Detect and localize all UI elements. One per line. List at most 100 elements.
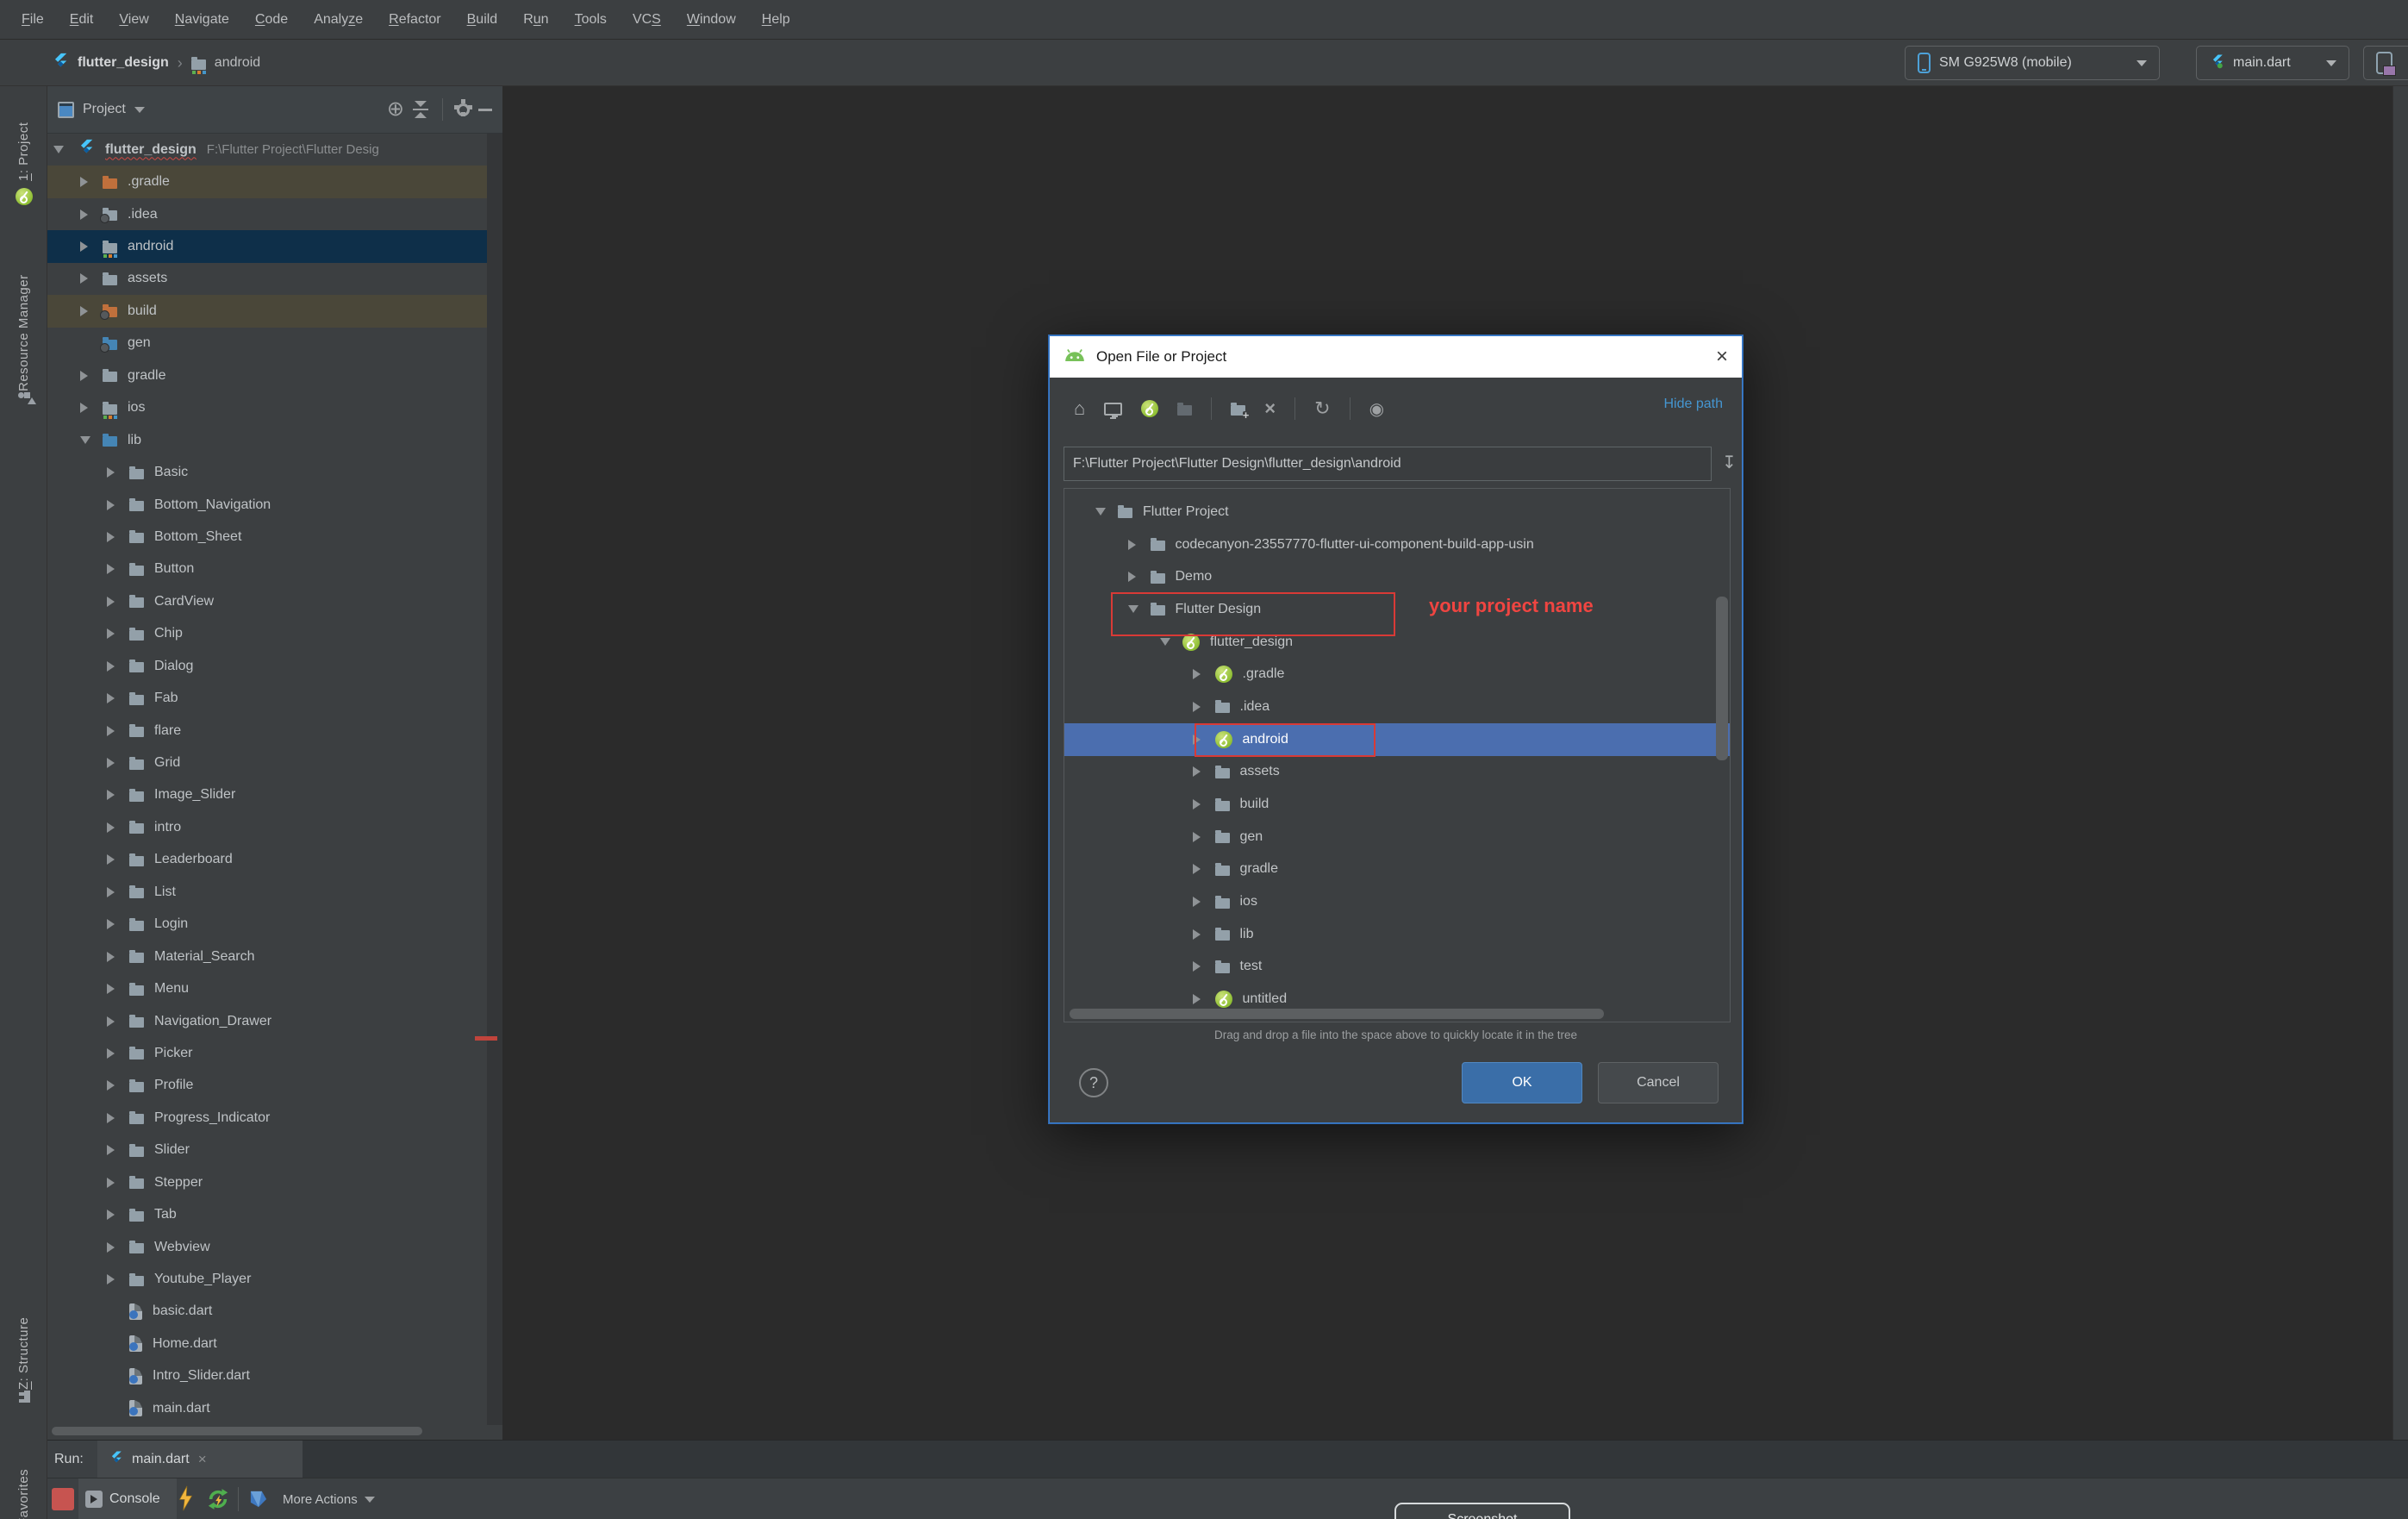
menu-help[interactable]: Help: [749, 12, 803, 28]
menu-analyze[interactable]: Analyze: [301, 12, 376, 28]
path-input[interactable]: F:\Flutter Project\Flutter Design\flutte…: [1064, 447, 1712, 481]
stop-button[interactable]: [52, 1488, 74, 1510]
expand-arrow-icon[interactable]: [107, 919, 115, 930]
project-tree-row[interactable]: gradle: [47, 359, 502, 391]
stripe-button-resource-manager[interactable]: Resource Manager: [0, 222, 47, 404]
menu-refactor[interactable]: Refactor: [376, 12, 453, 28]
dialog-tree-row[interactable]: test: [1064, 951, 1730, 984]
project-tree-row[interactable]: Button: [47, 553, 502, 585]
dialog-tree-row[interactable]: Flutter Design: [1064, 593, 1730, 626]
device-selector-button[interactable]: SM G925W8 (mobile): [1905, 46, 2160, 80]
menu-code[interactable]: Code: [242, 12, 301, 28]
dialog-vertical-scrollbar[interactable]: [1716, 597, 1728, 760]
dialog-close-icon[interactable]: ×: [1716, 347, 1728, 367]
refresh-icon[interactable]: ↻: [1314, 397, 1330, 420]
project-tree-row[interactable]: CardView: [47, 585, 502, 617]
project-tree-row[interactable]: flare: [47, 715, 502, 747]
run-config-button[interactable]: main.dart: [2196, 46, 2349, 80]
expand-arrow-icon[interactable]: [80, 305, 88, 316]
ok-button[interactable]: OK: [1462, 1062, 1582, 1103]
menu-edit[interactable]: Edit: [57, 12, 107, 28]
dialog-tree-row[interactable]: android: [1064, 722, 1730, 756]
stripe-button-z--structure[interactable]: Z: Structure: [0, 1286, 47, 1403]
device-frame-button[interactable]: [2363, 46, 2408, 80]
new-folder-icon[interactable]: +: [1231, 402, 1250, 421]
project-tree-vertical-scrollbar[interactable]: [475, 134, 502, 1425]
project-tree-row[interactable]: Dialog: [47, 650, 502, 682]
expand-arrow-icon[interactable]: [107, 467, 115, 478]
project-tree-horizontal-scrollbar[interactable]: [47, 1425, 502, 1437]
expand-arrow-icon[interactable]: [107, 1241, 115, 1253]
hot-restart-icon[interactable]: [206, 1487, 230, 1516]
breadcrumb-item[interactable]: android: [215, 55, 260, 71]
delete-icon[interactable]: ×: [1264, 397, 1276, 420]
expand-arrow-icon[interactable]: [107, 1177, 115, 1188]
project-tree-row[interactable]: Webview: [47, 1231, 502, 1263]
project-tree-row[interactable]: lib: [47, 424, 502, 456]
dialog-tree-row[interactable]: ios: [1064, 885, 1730, 918]
expand-arrow-icon[interactable]: [107, 1145, 115, 1156]
dialog-tree-row[interactable]: lib: [1064, 918, 1730, 951]
expand-arrow-icon[interactable]: [107, 951, 115, 962]
stripe-button-favorites[interactable]: Favorites: [0, 1431, 47, 1519]
project-tree-row[interactable]: ios: [47, 392, 502, 424]
project-tree-row[interactable]: Youtube_Player: [47, 1263, 502, 1295]
show-hidden-icon[interactable]: ◉: [1369, 398, 1384, 420]
project-tree-row[interactable]: intro: [47, 811, 502, 843]
project-tree-row[interactable]: build: [47, 295, 502, 328]
chevron-down-icon[interactable]: [134, 106, 145, 113]
project-tree-row[interactable]: Bottom_Sheet: [47, 521, 502, 553]
gear-icon[interactable]: [457, 98, 470, 116]
dialog-tree-row[interactable]: gradle: [1064, 853, 1730, 886]
project-tree-row[interactable]: Progress_Indicator: [47, 1102, 502, 1134]
dialog-tree-row[interactable]: assets: [1064, 756, 1730, 789]
project-tree-row[interactable]: basic.dart: [47, 1296, 502, 1328]
collapse-arrow-icon[interactable]: [1160, 638, 1170, 647]
project-tree-row[interactable]: Chip: [47, 618, 502, 650]
expand-arrow-icon[interactable]: [1192, 831, 1201, 842]
project-tree-row[interactable]: Login: [47, 909, 502, 941]
expand-arrow-icon[interactable]: [1192, 766, 1201, 778]
project-tree-row[interactable]: gen: [47, 328, 502, 359]
collapse-arrow-icon[interactable]: [1095, 508, 1106, 516]
expand-arrow-icon[interactable]: [1192, 701, 1201, 712]
stripe-button----project[interactable]: 1: Project: [0, 102, 47, 209]
expand-arrow-icon[interactable]: [80, 403, 88, 414]
expand-arrow-icon[interactable]: [1192, 669, 1201, 680]
expand-arrow-icon[interactable]: [1192, 799, 1201, 810]
project-tree-row[interactable]: Profile: [47, 1070, 502, 1102]
home-icon[interactable]: ⌂: [1074, 397, 1085, 420]
menu-tools[interactable]: Tools: [562, 12, 620, 28]
more-actions-button[interactable]: More Actions: [283, 1478, 375, 1519]
project-tree-row[interactable]: Tab: [47, 1198, 502, 1230]
expand-arrow-icon[interactable]: [107, 596, 115, 607]
project-panel-title[interactable]: Project: [83, 102, 126, 117]
expand-arrow-icon[interactable]: [107, 822, 115, 833]
project-tree-row[interactable]: assets: [47, 263, 502, 295]
expand-arrow-icon[interactable]: [107, 725, 115, 736]
close-icon[interactable]: ×: [198, 1451, 207, 1468]
menu-run[interactable]: Run: [510, 12, 561, 28]
project-tree-row[interactable]: Leaderboard: [47, 844, 502, 876]
dialog-tree-row[interactable]: codecanyon-23557770-flutter-ui-component…: [1064, 528, 1730, 561]
expand-arrow-icon[interactable]: [107, 693, 115, 704]
dialog-tree-row[interactable]: flutter_design: [1064, 626, 1730, 659]
expand-arrow-icon[interactable]: [107, 1210, 115, 1221]
project-tree-row[interactable]: Basic: [47, 456, 502, 488]
project-tree-row[interactable]: Image_Slider: [47, 779, 502, 811]
expand-arrow-icon[interactable]: [107, 660, 115, 672]
project-tree-row[interactable]: Slider: [47, 1135, 502, 1166]
project-tree-row[interactable]: Home.dart: [47, 1328, 502, 1360]
expand-arrow-icon[interactable]: [1127, 572, 1136, 583]
collapse-arrow-icon[interactable]: [1127, 605, 1138, 614]
project-tree-row[interactable]: .idea: [47, 198, 502, 230]
expand-arrow-icon[interactable]: [1192, 734, 1201, 745]
menu-navigate[interactable]: Navigate: [162, 12, 242, 28]
project-tree-row[interactable]: Fab: [47, 682, 502, 714]
expand-arrow-icon[interactable]: [107, 1016, 115, 1027]
expand-arrow-icon[interactable]: [1192, 928, 1201, 940]
expand-arrow-icon[interactable]: [107, 1274, 115, 1285]
breadcrumb-project[interactable]: flutter_design: [78, 55, 169, 71]
expand-arrow-icon[interactable]: [107, 531, 115, 542]
collapse-arrow-icon[interactable]: [80, 436, 90, 445]
